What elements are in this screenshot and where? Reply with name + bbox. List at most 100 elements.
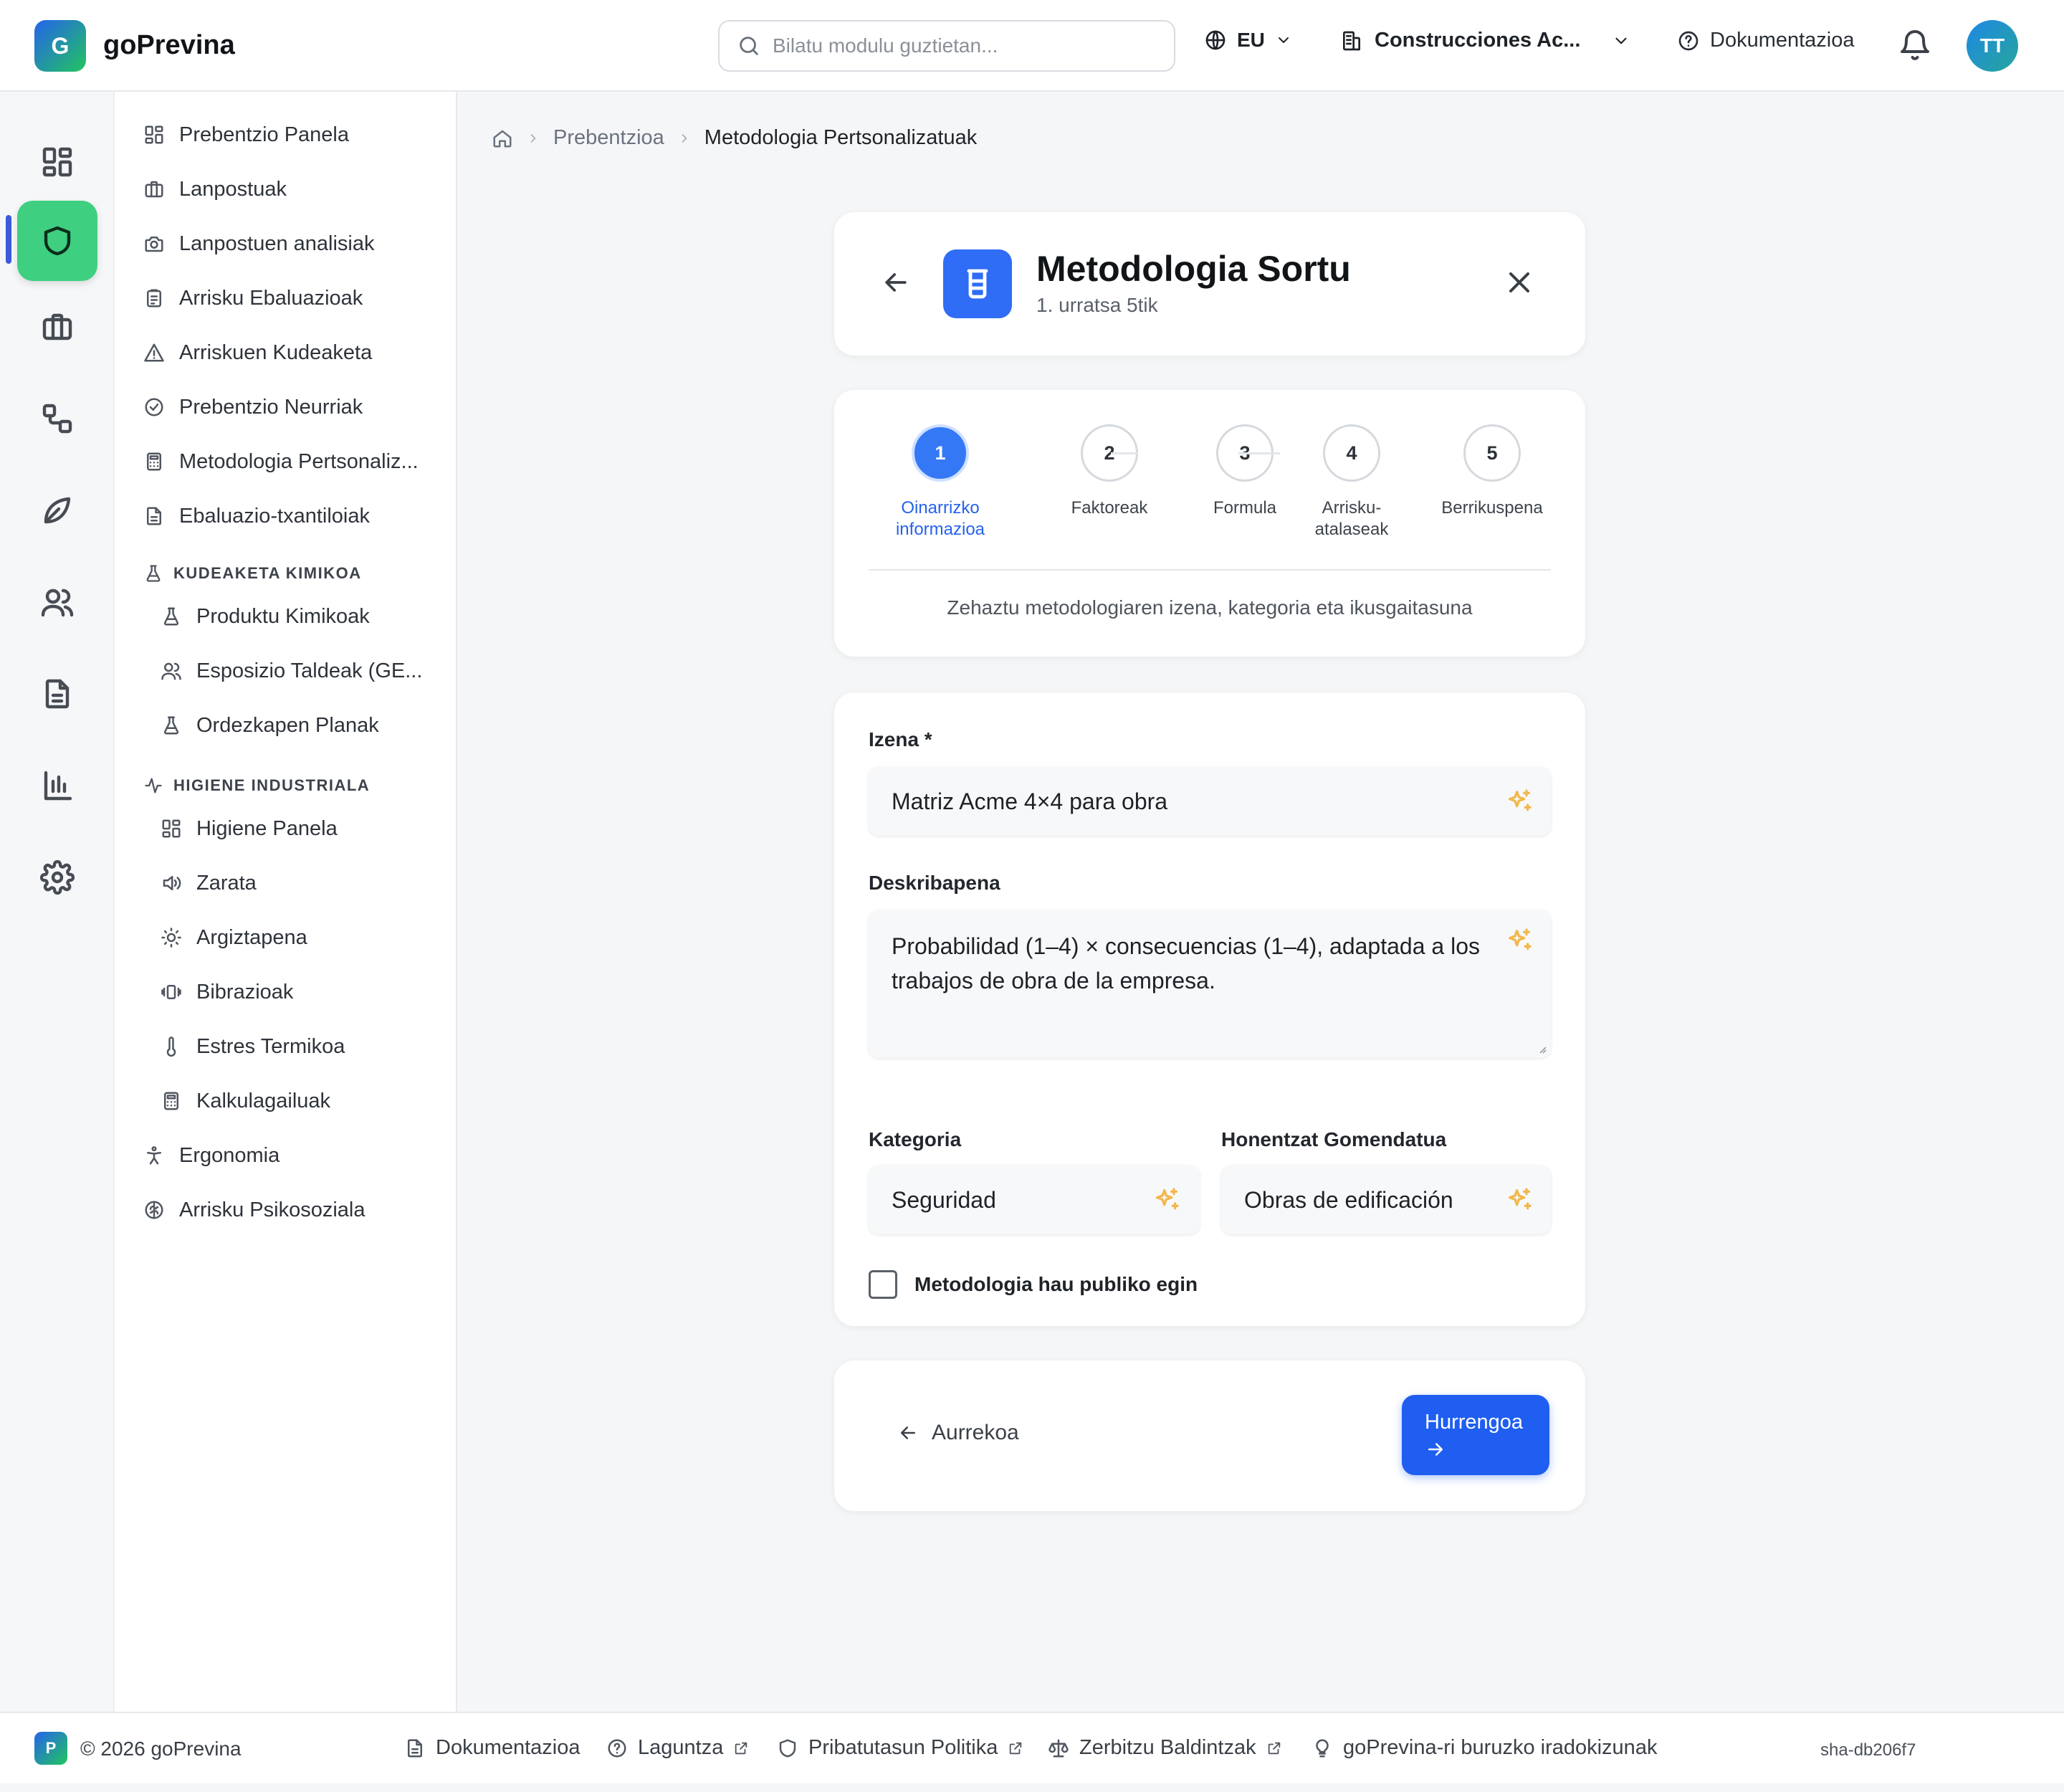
sidebar-item-workplaces[interactable]: Lanpostuak — [143, 169, 287, 209]
sidebar-item-vibrations[interactable]: Bibrazioak — [161, 972, 293, 1012]
sidebar-item-calculators[interactable]: Kalkulagailuak — [161, 1081, 330, 1121]
calculator-icon — [164, 1092, 178, 1110]
sidebar-item-exposure-groups[interactable]: Esposizio Taldeak (GE... — [161, 651, 422, 691]
name-input[interactable]: Matriz Acme 4×4 para obra — [869, 767, 1551, 836]
wizard-step-2[interactable]: 2 Faktoreak — [1052, 424, 1167, 519]
sidebar-item-label: Bibrazioak — [196, 980, 294, 1004]
footer-link-privacy[interactable]: Pribatutasun Politika — [777, 1736, 1023, 1760]
section-title: HIGIENE INDUSTRIALA — [173, 776, 371, 794]
footer-link-documentation[interactable]: Dokumentazioa — [404, 1736, 580, 1760]
footer-logo: P — [34, 1732, 67, 1765]
recommended-for-label: Honentzat Gomendatua — [1221, 1128, 1447, 1150]
users-icon — [161, 662, 181, 680]
wizard-step-4[interactable]: 4 Arrisku-atalaseak — [1301, 424, 1402, 540]
language-selector[interactable]: EU — [1204, 29, 1292, 52]
footer-link-terms[interactable]: Zerbitzu Baldintzak — [1048, 1736, 1282, 1760]
rail-workflows[interactable] — [17, 378, 97, 459]
rail-environment[interactable] — [17, 470, 97, 551]
ai-suggest-category-button[interactable] — [1152, 1186, 1181, 1214]
sidebar-item-chemical-products[interactable]: Produktu Kimikoak — [161, 596, 370, 637]
sidebar-item-evaluation-templates[interactable]: Ebaluazio-txantiloiak — [143, 496, 370, 536]
wizard-header-card: Metodologia Sortu 1. urratsa 5tik — [834, 212, 1585, 356]
sidebar-item-label: Ordezkapen Planak — [196, 713, 379, 737]
public-checkbox[interactable] — [869, 1270, 897, 1299]
chevron-right-icon — [530, 133, 536, 143]
shield-icon — [44, 226, 71, 256]
resize-handle-icon[interactable] — [1537, 1044, 1547, 1054]
shield-icon — [779, 1739, 796, 1757]
footer-link-suggestions[interactable]: goPrevina-ri buruzko iradokizunak — [1312, 1736, 1657, 1760]
description-value: Probabilidad (1–4) × consecuencias (1–4)… — [892, 933, 1480, 993]
rail-dashboard[interactable] — [17, 122, 97, 202]
global-search[interactable]: Bilatu modulu guztietan... — [718, 20, 1175, 72]
documentation-link[interactable]: Dokumentazioa — [1677, 29, 1855, 52]
step-description: Zehaztu metodologiaren izena, kategoria … — [947, 596, 1473, 619]
file-text-icon — [147, 507, 161, 525]
calculator-icon — [147, 452, 161, 471]
sidebar-item-risk-management[interactable]: Arriskuen Kudeaketa — [143, 333, 372, 373]
step-label: Berrikuspena — [1441, 498, 1543, 518]
rail-prevention[interactable] — [17, 201, 97, 281]
building-icon — [1343, 31, 1360, 50]
breadcrumb-home[interactable] — [492, 128, 513, 149]
sidebar-item-thermal-stress[interactable]: Estres Termikoa — [161, 1026, 345, 1067]
sidebar-item-prevention-measures[interactable]: Prebentzio Neurriak — [143, 387, 363, 427]
vibration-icon — [161, 985, 181, 999]
sidebar-item-noise[interactable]: Zarata — [161, 863, 257, 903]
wizard-step-5[interactable]: 5 Berrikuspena — [1430, 424, 1554, 519]
notifications-button[interactable] — [1898, 29, 1932, 63]
footer-link-label: Dokumentazioa — [436, 1736, 580, 1759]
document-icon — [45, 679, 70, 709]
rail-documents[interactable] — [17, 654, 97, 734]
sun-icon — [161, 928, 181, 948]
arrow-left-icon — [901, 1426, 915, 1439]
sidebar-item-custom-methodologies[interactable]: Metodologia Pertsonaliz... — [143, 442, 419, 482]
sidebar-section-chemical[interactable]: KUDEAKETA KIMIKOA — [143, 559, 362, 588]
close-button[interactable] — [1502, 265, 1539, 302]
breadcrumb-separator — [526, 131, 540, 146]
sidebar-item-psychosocial-risk[interactable]: Arrisku Psikosoziala — [143, 1190, 365, 1230]
step-number: 1 — [912, 424, 969, 482]
rail-reports[interactable] — [17, 745, 97, 826]
recommended-for-input[interactable]: Obras de edificación — [1221, 1166, 1551, 1234]
workflow-icon — [42, 404, 72, 434]
sidebar: Prebentzio Panela Lanpostuak Lanpostuen … — [115, 92, 457, 1712]
sidebar-item-prevention-panel[interactable]: Prebentzio Panela — [143, 115, 349, 155]
divider — [869, 569, 1551, 571]
briefcase-icon — [42, 313, 72, 340]
category-input[interactable]: Seguridad — [869, 1166, 1200, 1234]
sidebar-item-risk-assessments[interactable]: Arrisku Ebaluazioak — [143, 278, 363, 318]
sidebar-section-hygiene[interactable]: HIGIENE INDUSTRIALA — [143, 771, 370, 800]
ai-suggest-name-button[interactable] — [1505, 787, 1534, 816]
ai-suggest-recommended-button[interactable] — [1505, 1186, 1534, 1214]
sidebar-item-workplace-analysis[interactable]: Lanpostuen analisiak — [143, 224, 374, 264]
category-label: Kategoria — [869, 1128, 962, 1150]
breadcrumb-prevention[interactable]: Prebentzioa — [553, 126, 664, 150]
description-textarea[interactable]: Probabilidad (1–4) × consecuencias (1–4)… — [869, 910, 1551, 1058]
rail-workplaces[interactable] — [17, 287, 97, 367]
public-checkbox-label[interactable]: Metodologia hau publiko egin — [914, 1273, 1198, 1296]
wizard-step-1[interactable]: 1 Oinarrizko informazioa — [869, 424, 1012, 540]
ai-suggest-description-button[interactable] — [1505, 926, 1534, 955]
step-number: 5 — [1463, 424, 1521, 482]
step-label: Arrisku-atalaseak — [1314, 498, 1389, 539]
app-logo[interactable]: G — [34, 20, 86, 72]
company-selector[interactable]: Construcciones Ac... — [1340, 29, 1630, 52]
camera-icon — [145, 237, 163, 252]
wizard-step-3[interactable]: 3 Formula — [1188, 424, 1302, 519]
sidebar-item-lighting[interactable]: Argiztapena — [161, 918, 307, 958]
search-placeholder: Bilatu modulu guztietan... — [773, 34, 998, 57]
back-button[interactable] — [880, 267, 914, 301]
sidebar-item-label: Zarata — [196, 871, 257, 895]
footer-link-help[interactable]: Laguntza — [606, 1736, 749, 1760]
app-name[interactable]: goPrevina — [103, 30, 235, 61]
previous-button[interactable]: Aurrekoa — [897, 1421, 1019, 1445]
sidebar-item-hygiene-panel[interactable]: Higiene Panela — [161, 809, 338, 849]
rail-settings[interactable] — [17, 837, 97, 918]
rail-people[interactable] — [17, 562, 97, 642]
sidebar-item-ergonomics[interactable]: Ergonomia — [143, 1135, 280, 1176]
sidebar-item-label: Ergonomia — [179, 1143, 280, 1167]
sidebar-item-substitution-plans[interactable]: Ordezkapen Planak — [161, 705, 379, 745]
user-avatar[interactable]: TT — [1967, 20, 2018, 72]
next-button[interactable]: Hurrengoa — [1402, 1395, 1549, 1475]
